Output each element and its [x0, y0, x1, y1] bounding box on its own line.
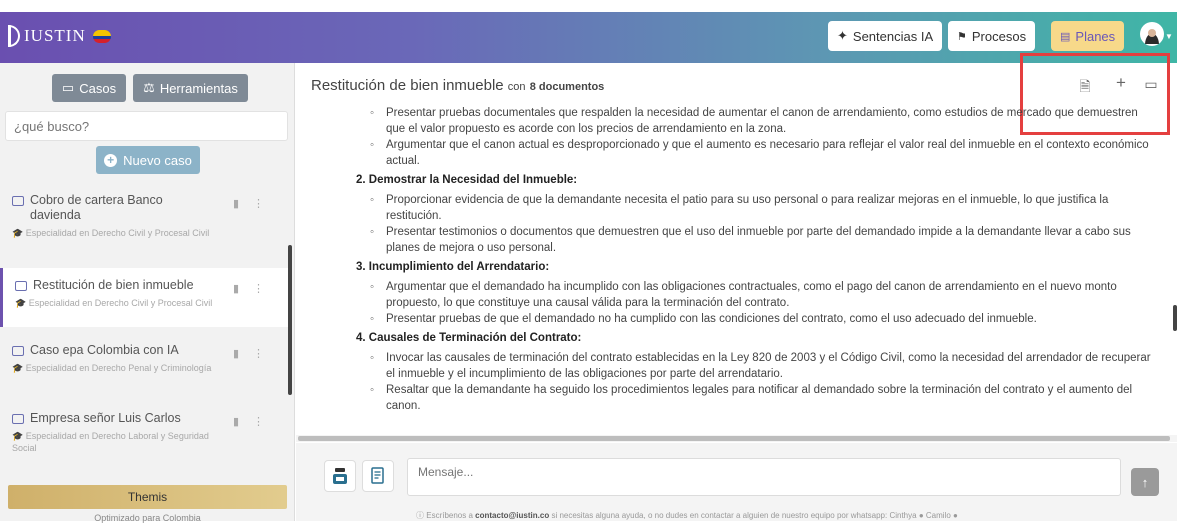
send-button[interactable]: ↑: [1131, 468, 1159, 496]
colombia-flag-icon: [92, 29, 111, 43]
case-title: Caso epa Colombia con IA: [30, 343, 179, 357]
list-item: Presentar testimonios o documentos que d…: [356, 224, 1156, 256]
message-input[interactable]: [407, 458, 1121, 496]
themis-label: Themis: [127, 490, 168, 504]
user-avatar[interactable]: [1140, 20, 1164, 48]
case-specialty: 🎓 Especialidad en Derecho Laboral y Segu…: [12, 431, 209, 453]
scale-tool-button[interactable]: [324, 460, 356, 492]
case-item[interactable]: Empresa señor Luis Carlos 🎓 Especialidad…: [0, 401, 288, 454]
pin-icon[interactable]: ▮: [233, 415, 239, 428]
case-item[interactable]: Cobro de cartera Banco davienda 🎓 Especi…: [0, 183, 288, 239]
more-icon[interactable]: ⋮: [253, 197, 264, 210]
document-edit-icon: [371, 467, 384, 484]
horizontal-scrollbar[interactable]: [296, 435, 1177, 442]
list-item: Presentar pruebas documentales que respa…: [356, 105, 1156, 137]
list-item: Invocar las causales de terminación del …: [356, 350, 1156, 382]
procesos-label: Procesos: [971, 28, 1027, 44]
search-input[interactable]: [5, 111, 288, 141]
folder-icon: [12, 414, 24, 424]
list-item: Resaltar que la demandante ha seguido lo…: [356, 382, 1156, 414]
title-connector: con: [507, 81, 526, 93]
case-specialty: 🎓 Especialidad en Derecho Penal y Crimin…: [12, 363, 212, 373]
gavel-icon: ⚑: [957, 30, 967, 43]
sentencias-ia-button[interactable]: ✦ Sentencias IA: [828, 21, 943, 51]
section-heading: 4. Causales de Terminación del Contrato:: [356, 332, 582, 344]
pin-icon[interactable]: ▮: [233, 197, 239, 210]
case-specialty: 🎓 Especialidad en Derecho Civil y Proces…: [12, 228, 210, 238]
document-count: 8 documentos: [529, 81, 605, 93]
list-item: Proporcionar evidencia de que la demanda…: [356, 192, 1156, 224]
whatsapp-icon[interactable]: ●: [919, 511, 924, 520]
pin-icon[interactable]: ▮: [233, 347, 239, 360]
contact-note: ⓘ Escríbenos a contacto@iustin.co si nec…: [416, 511, 958, 520]
casos-label: Casos: [79, 80, 117, 96]
case-title: Cobro de cartera Banco davienda: [30, 193, 163, 222]
main-panel: Restitución de bien inmueble con 8 docum…: [296, 53, 1177, 521]
brand-name: IUSTIN: [24, 26, 86, 45]
plus-circle-icon: +: [104, 153, 118, 167]
sparkle-icon: ✦: [837, 28, 848, 43]
sentencias-ia-label: Sentencias IA: [852, 28, 934, 44]
themis-button[interactable]: Themis: [8, 485, 287, 509]
folder-icon: [15, 281, 27, 291]
casos-button[interactable]: ▭ Casos: [52, 74, 126, 102]
logo-mark-icon: [8, 25, 20, 47]
logo[interactable]: IUSTIN: [8, 25, 111, 47]
more-icon[interactable]: ⋮: [253, 282, 264, 295]
tools-icon: ⚖: [143, 80, 155, 95]
chevron-down-icon[interactable]: ▼: [1165, 32, 1173, 41]
document-scrollbar[interactable]: [1173, 305, 1177, 331]
list-item: Presentar pruebas de que el demandado no…: [356, 311, 1156, 327]
whatsapp-contact[interactable]: Camilo: [926, 511, 951, 520]
page-title: Restitución de bien inmueble con 8 docum…: [311, 77, 604, 94]
attach-document-button[interactable]: [362, 460, 394, 492]
sidebar-scrollbar[interactable]: [288, 245, 292, 395]
herramientas-label: Herramientas: [159, 80, 238, 96]
case-list: Cobro de cartera Banco davienda 🎓 Especi…: [0, 183, 290, 483]
case-title: Restitución de bien inmueble: [33, 278, 194, 292]
pin-icon[interactable]: ▮: [233, 282, 239, 295]
folder-icon: [12, 346, 24, 356]
list-item: Argumentar que el canon actual es despro…: [356, 137, 1156, 169]
planes-button[interactable]: ▤ Planes: [1051, 21, 1125, 51]
message-composer: ↑ ⓘ Escríbenos a contacto@iustin.co si n…: [296, 443, 1177, 521]
case-item-active[interactable]: Restitución de bien inmueble 🎓 Especiali…: [0, 268, 288, 327]
new-case-label: Nuevo caso: [123, 152, 192, 168]
contact-email[interactable]: contacto@iustin.co: [475, 511, 549, 520]
case-item[interactable]: Caso epa Colombia con IA 🎓 Especialidad …: [0, 333, 288, 374]
more-icon[interactable]: ⋮: [253, 347, 264, 360]
procesos-button[interactable]: ⚑ Procesos: [948, 21, 1036, 51]
section-heading: 3. Incumplimiento del Arrendatario:: [356, 261, 550, 273]
herramientas-button[interactable]: ⚖ Herramientas: [133, 74, 248, 102]
sidebar: ▭ Casos ⚖ Herramientas + Nuevo caso Cobr…: [0, 63, 295, 523]
app-header: IUSTIN ✦ Sentencias IA ⚑ Procesos ▤ Plan…: [0, 12, 1177, 63]
document-content: Presentar pruebas documentales que respa…: [356, 105, 1156, 435]
top-strip: [0, 0, 1177, 12]
more-icon[interactable]: ⋮: [253, 415, 264, 428]
case-name: Restitución de bien inmueble: [311, 77, 504, 94]
info-icon: ⓘ: [416, 511, 424, 520]
new-case-button[interactable]: + Nuevo caso: [96, 146, 200, 174]
case-specialty: 🎓 Especialidad en Derecho Civil y Proces…: [15, 298, 213, 308]
planes-label: Planes: [1075, 28, 1116, 44]
card-icon: ▤: [1060, 30, 1071, 43]
list-item: Argumentar que el demandado ha incumplid…: [356, 279, 1156, 311]
section-heading: 2. Demostrar la Necesidad del Inmueble:: [356, 174, 578, 186]
folder-icon: [12, 196, 24, 206]
whatsapp-icon[interactable]: ●: [953, 511, 958, 520]
case-title: Empresa señor Luis Carlos: [30, 411, 181, 425]
optimized-note: Optimizado para Colombia: [94, 513, 201, 523]
arrow-up-icon: ↑: [1141, 474, 1149, 490]
scale-icon: [333, 468, 347, 484]
folder-icon: ▭: [61, 80, 75, 95]
